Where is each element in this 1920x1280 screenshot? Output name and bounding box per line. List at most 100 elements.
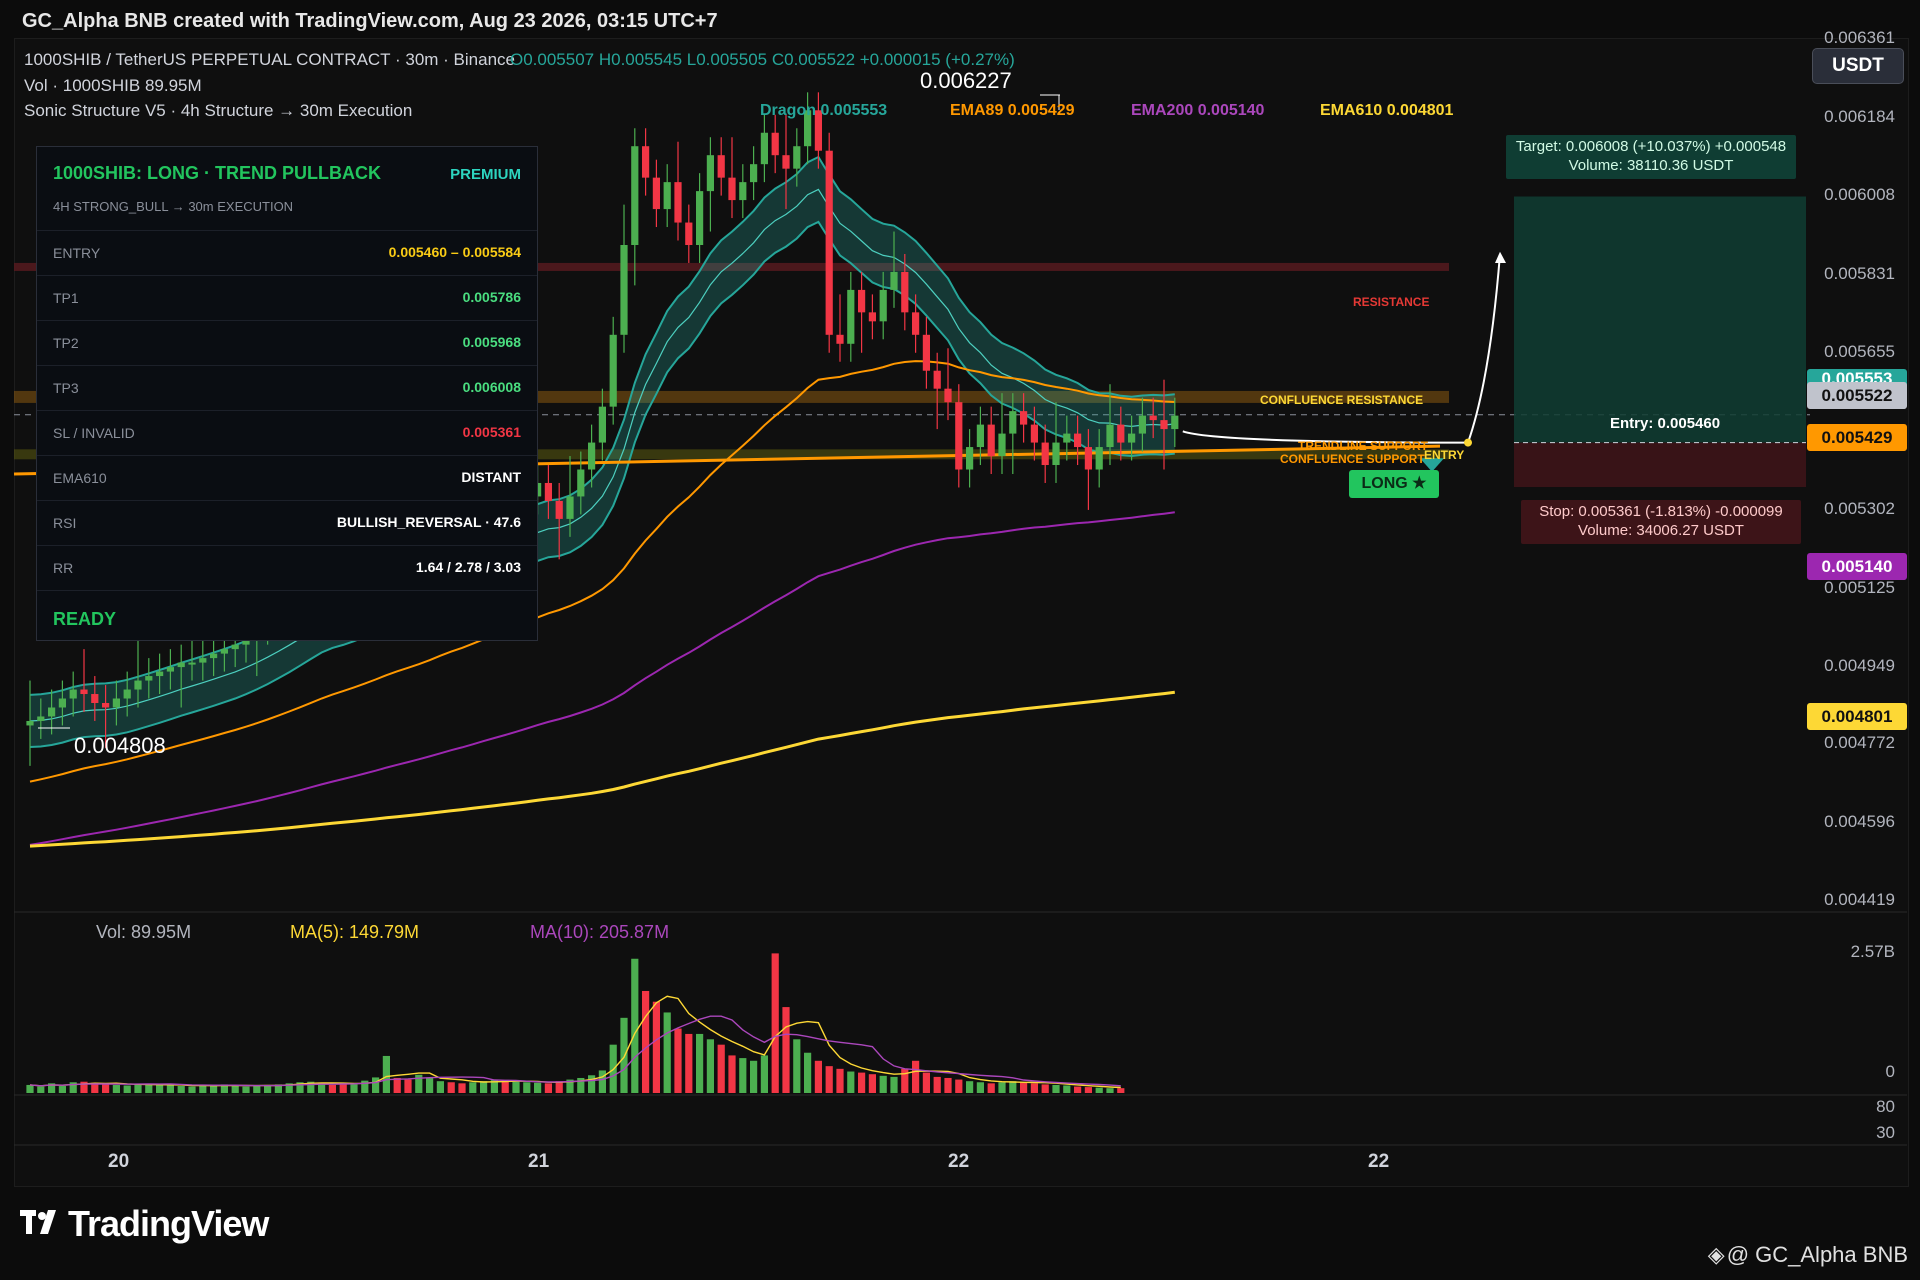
volume-bar (102, 1084, 110, 1093)
volume-bar (696, 1033, 704, 1093)
candle-body (1063, 433, 1071, 443)
diamond-icon: ◈ (1707, 1242, 1725, 1267)
ema610-price-tag: 0.004801 (1807, 703, 1907, 730)
target-volume: Volume: 38110.36 USDT (1568, 157, 1734, 174)
volume-bar (145, 1084, 153, 1093)
volume-bar (339, 1083, 347, 1093)
candle-body (836, 334, 844, 344)
volume-bar (188, 1086, 196, 1093)
candle-body (739, 182, 747, 201)
candle-body (1128, 433, 1136, 443)
currency-button[interactable]: USDT (1812, 48, 1904, 84)
candle-body (80, 689, 88, 695)
candle-body (1106, 424, 1114, 448)
volume-bar (739, 1058, 747, 1093)
volume-bar (814, 1060, 822, 1093)
volume-bar (728, 1055, 736, 1093)
card-row-ema610: EMA610 DISTANT (37, 455, 537, 501)
candle-body (555, 500, 563, 519)
volume-bar (458, 1083, 466, 1093)
projection-arrow-head (1495, 251, 1506, 263)
volume-bar (469, 1082, 477, 1093)
volume-bar (912, 1060, 920, 1093)
volume-bar (642, 990, 650, 1093)
volume-bar (804, 1052, 812, 1093)
card-row-rsi: RSI BULLISH_REVERSAL · 47.6 (37, 500, 537, 546)
candle-body (1020, 411, 1028, 425)
price-tick: 0.004596 (1824, 812, 1895, 831)
volume-bar (620, 1017, 628, 1093)
volume-bar (955, 1079, 963, 1093)
price-tick: 0.005302 (1824, 499, 1895, 518)
volume-bar (177, 1086, 185, 1093)
volume-bar (976, 1082, 984, 1093)
signal-subtitle: 4H STRONG_BULL → 30m EXECUTION (53, 199, 294, 214)
candle-body (1138, 415, 1146, 434)
volume-bar (1084, 1087, 1092, 1093)
card-row-tp3: TP3 0.006008 (37, 365, 537, 411)
vol-axis-zero: 0 (1885, 1062, 1895, 1081)
tv-icon (20, 1203, 68, 1245)
candle-body (922, 334, 930, 371)
volume-bar (922, 1072, 930, 1093)
symbol-name[interactable]: 1000SHIB / TetherUS PERPETUAL CONTRACT ·… (24, 50, 515, 69)
candle-body (1095, 447, 1103, 470)
candle-body (696, 191, 704, 245)
vol-ma5: MA(5): 149.79M (290, 922, 420, 942)
volume-bar (750, 1060, 758, 1093)
volume-bar (890, 1076, 898, 1093)
premium-badge: PREMIUM (450, 166, 521, 183)
volume-bar (847, 1071, 855, 1093)
resistance-label: RESISTANCE (1353, 295, 1430, 309)
candle-body (123, 689, 131, 699)
candle-body (890, 271, 898, 290)
ema89-label: EMA89 0.005429 (950, 102, 1075, 119)
last-price-tag: 0.005522 (1807, 382, 1907, 409)
candle-body (69, 689, 77, 699)
volume-bar (37, 1086, 45, 1093)
volume-bar (1117, 1088, 1125, 1093)
volume-bar (782, 1007, 790, 1093)
volume-bar (210, 1085, 218, 1093)
volume-legend[interactable]: Vol · 1000SHIB 89.95M (24, 76, 202, 96)
candle-body (912, 312, 920, 335)
candle-body (998, 433, 1006, 457)
price-tick: 0.004419 (1824, 890, 1895, 909)
candle-body (652, 177, 660, 210)
volume-bar (166, 1085, 174, 1093)
candle-body (37, 716, 45, 721)
candle-body (1009, 411, 1017, 434)
volume-bar (242, 1086, 250, 1093)
indicator-legend[interactable]: Sonic Structure V5 · 4h Structure → 30m … (24, 101, 412, 121)
confluence-resistance-label: CONFLUENCE RESISTANCE (1260, 393, 1424, 407)
tradingview-logo[interactable]: TradingView (20, 1203, 269, 1245)
high-marker: 0.006227 (920, 68, 1012, 93)
entry-label: Entry: 0.005460 (1610, 415, 1721, 432)
volume-bar (998, 1082, 1006, 1093)
candle-body (793, 146, 801, 169)
candle-body (177, 662, 185, 668)
author-watermark: ◈@ GC_Alpha BNB (1707, 1242, 1908, 1267)
symbol-legend[interactable]: 1000SHIB / TetherUS PERPETUAL CONTRACT ·… (24, 50, 1015, 70)
volume-bar (134, 1083, 142, 1093)
long-badge[interactable]: LONG ★ (1349, 470, 1439, 498)
time-label: 22 (948, 1151, 970, 1172)
time-label: 20 (108, 1151, 130, 1172)
candle-body (1030, 424, 1038, 443)
target-text: Target: 0.006008 (+10.037%) +0.000548 (1515, 138, 1787, 155)
volume-bar (231, 1086, 239, 1093)
candle-body (706, 155, 714, 192)
price-tick: 0.005655 (1824, 342, 1895, 361)
candle-body (1084, 447, 1092, 470)
dragon-label: Dragon 0.005553 (760, 102, 888, 119)
card-row-sl: SL / INVALID 0.005361 (37, 410, 537, 456)
volume-bar (944, 1077, 952, 1093)
candle-body (944, 388, 952, 403)
vol-ma10: MA(10): 205.87M (530, 922, 670, 942)
trendline-support-label: TRENDLINE SUPPORT (1298, 439, 1429, 453)
candle-body (210, 653, 218, 659)
stop-volume: Volume: 34006.27 USDT (1578, 522, 1744, 539)
volume-bar (631, 958, 639, 1093)
candle-body (145, 676, 153, 681)
volume-bar (879, 1075, 887, 1093)
